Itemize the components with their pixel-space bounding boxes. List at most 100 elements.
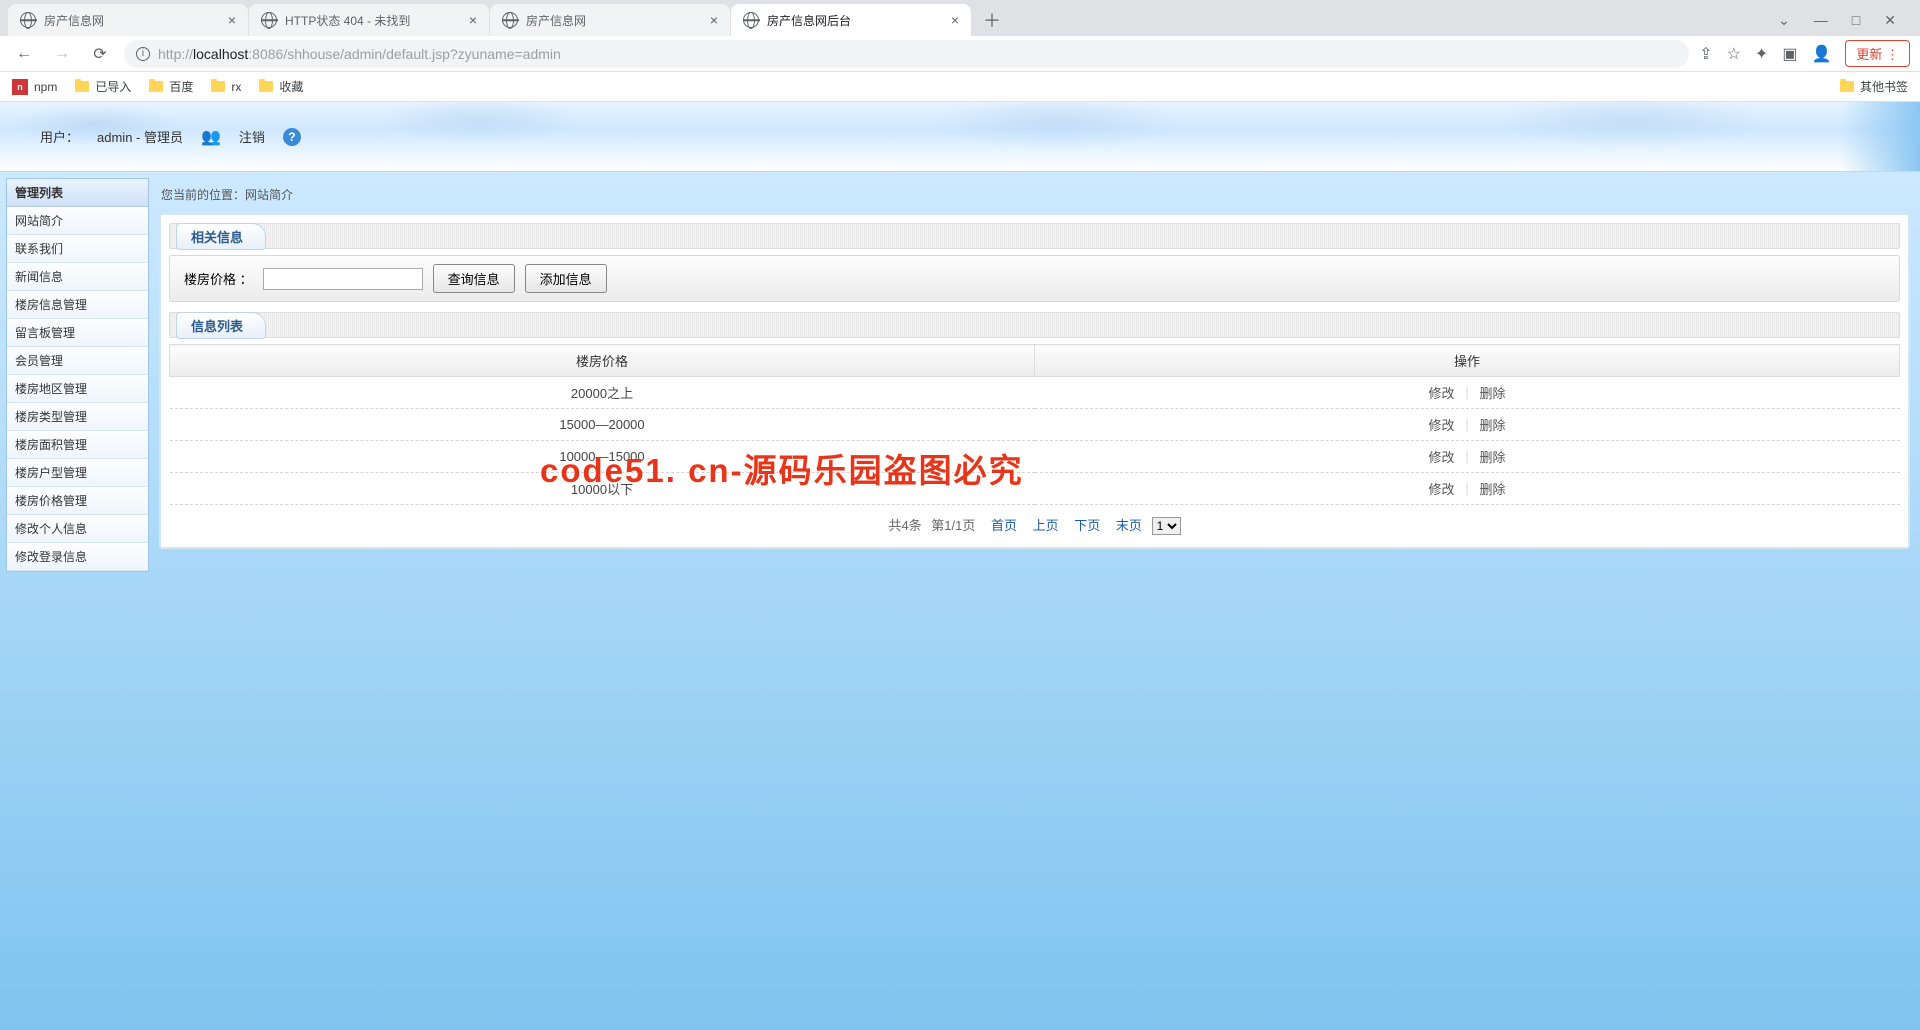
pager-next[interactable]: 下页 [1074,518,1100,533]
edit-link[interactable]: 修改 [1428,482,1454,497]
data-table: 楼房价格 操作 20000之上修改｜删除15000—20000修改｜删除1000… [169,344,1900,505]
pager-last[interactable]: 末页 [1116,518,1142,533]
tab-close-icon[interactable]: × [710,12,718,28]
bookmark-item[interactable]: nnpm [12,78,57,95]
browser-tab[interactable]: 房产信息网后台 × [731,4,971,36]
sidebar-item[interactable]: 楼房信息管理 [7,291,148,319]
filter-label: 楼房价格 ： [184,269,253,288]
sidebar-item[interactable]: 网站简介 [7,207,148,235]
address-bar: ← → ⟳ i http://localhost:8086/shhouse/ad… [0,36,1920,72]
sidebar-item[interactable]: 新闻信息 [7,263,148,291]
add-button[interactable]: 添加信息 [525,264,607,293]
tab-title: HTTP状态 404 - 未找到 [285,12,461,29]
query-button[interactable]: 查询信息 [433,264,515,293]
delete-link[interactable]: 删除 [1480,386,1506,401]
app-banner: 用户： admin - 管理员 👥 注销 ? [0,102,1920,172]
sidebar-item[interactable]: 会员管理 [7,347,148,375]
globe-icon [261,12,277,28]
tab-title: 房产信息网 [526,12,702,29]
price-input[interactable] [263,268,423,290]
sidebar-item[interactable]: 修改个人信息 [7,515,148,543]
sidebar-header: 管理列表 [7,179,148,207]
bookmark-label: 已导入 [95,78,131,95]
bookmark-item[interactable]: 收藏 [259,78,303,95]
tab-close-icon[interactable]: × [469,12,477,28]
globe-icon [743,12,759,28]
bookmark-star-icon[interactable]: ☆ [1727,44,1741,64]
site-info-icon[interactable]: i [136,47,150,61]
section-related-title: 相关信息 [176,223,266,250]
bookmark-label: rx [231,80,241,94]
bookmark-item[interactable]: 已导入 [75,78,131,95]
reload-button[interactable]: ⟳ [86,40,114,68]
content-area: 您当前的位置：网站简介 相关信息 楼房价格 ： 查询信息 添加信息 信息列表 楼… [155,172,1920,1030]
bookmark-item[interactable]: 百度 [149,78,193,95]
back-button[interactable]: ← [10,40,38,68]
url-text: http://localhost:8086/shhouse/admin/defa… [158,46,561,62]
share-icon[interactable]: ⇪ [1699,44,1712,64]
tab-title: 房产信息网 [44,12,220,29]
sidebar-item[interactable]: 楼房地区管理 [7,375,148,403]
sidebar-item[interactable]: 楼房户型管理 [7,459,148,487]
extensions-icon[interactable]: ✦ [1755,44,1768,64]
pager-prev[interactable]: 上页 [1033,518,1059,533]
minimize-button[interactable]: ― [1814,12,1828,29]
side-panel-icon[interactable]: ▣ [1782,44,1797,64]
tab-close-icon[interactable]: × [951,12,959,28]
bookmarks-bar: nnpm 已导入 百度 rx 收藏 其他书签 [0,72,1920,102]
close-window-button[interactable]: ✕ [1884,12,1896,29]
folder-icon [149,81,163,92]
table-row: 20000之上修改｜删除 [170,377,1900,409]
tab-title: 房产信息网后台 [767,12,943,29]
folder-icon [259,81,273,92]
table-row: 15000—20000修改｜删除 [170,409,1900,441]
profile-icon[interactable]: 👤 [1811,44,1831,64]
logout-link[interactable]: 注销 [239,127,265,146]
sidebar-item[interactable]: 留言板管理 [7,319,148,347]
delete-link[interactable]: 删除 [1480,450,1506,465]
new-tab-button[interactable]: ＋ [978,6,1006,34]
delete-link[interactable]: 删除 [1480,418,1506,433]
sidebar-item[interactable]: 楼房面积管理 [7,431,148,459]
user-value: admin - 管理员 [97,127,183,146]
table-row: 10000以下修改｜删除 [170,473,1900,505]
help-icon[interactable]: ? [283,128,301,146]
delete-link[interactable]: 删除 [1480,482,1506,497]
browser-tab[interactable]: 房产信息网 × [490,4,730,36]
browser-tab[interactable]: 房产信息网 × [8,4,248,36]
cell-price: 20000之上 [170,377,1035,409]
bookmark-label: 收藏 [279,78,303,95]
sidebar-item[interactable]: 修改登录信息 [7,543,148,571]
pager-page: 第1/1页 [931,518,975,533]
col-header-price: 楼房价格 [170,345,1035,377]
browser-chrome: 房产信息网×HTTP状态 404 - 未找到×房产信息网×房产信息网后台× ＋ … [0,0,1920,102]
forward-button[interactable]: → [48,40,76,68]
main-layout: 管理列表 网站简介联系我们新闻信息楼房信息管理留言板管理会员管理楼房地区管理楼房… [0,172,1920,1030]
bookmark-item[interactable]: rx [211,78,241,95]
edit-link[interactable]: 修改 [1428,418,1454,433]
edit-link[interactable]: 修改 [1428,450,1454,465]
sidebar-item[interactable]: 楼房价格管理 [7,487,148,515]
pager-select[interactable]: 1 [1152,517,1181,535]
cell-ops: 修改｜删除 [1035,441,1900,473]
window-dropdown-icon[interactable]: ⌄ [1778,12,1790,29]
section-list-title: 信息列表 [176,312,266,339]
tab-bar: 房产信息网×HTTP状态 404 - 未找到×房产信息网×房产信息网后台× ＋ … [0,0,1920,36]
update-button[interactable]: 更新 ⋮ [1845,40,1910,67]
folder-icon [1840,81,1854,92]
cell-price: 15000—20000 [170,409,1035,441]
table-row: 10000—15000修改｜删除 [170,441,1900,473]
sidebar-item[interactable]: 楼房类型管理 [7,403,148,431]
url-input[interactable]: i http://localhost:8086/shhouse/admin/de… [124,40,1689,68]
maximize-button[interactable]: □ [1852,12,1860,29]
edit-link[interactable]: 修改 [1428,386,1454,401]
bookmark-label: npm [34,80,57,94]
user-label: 用户： [40,127,79,146]
sidebar-item[interactable]: 联系我们 [7,235,148,263]
other-bookmarks[interactable]: 其他书签 [1840,78,1908,95]
tab-close-icon[interactable]: × [228,12,236,28]
browser-tab[interactable]: HTTP状态 404 - 未找到 × [249,4,489,36]
cell-ops: 修改｜删除 [1035,409,1900,441]
col-header-ops: 操作 [1035,345,1900,377]
pager-first[interactable]: 首页 [991,518,1017,533]
